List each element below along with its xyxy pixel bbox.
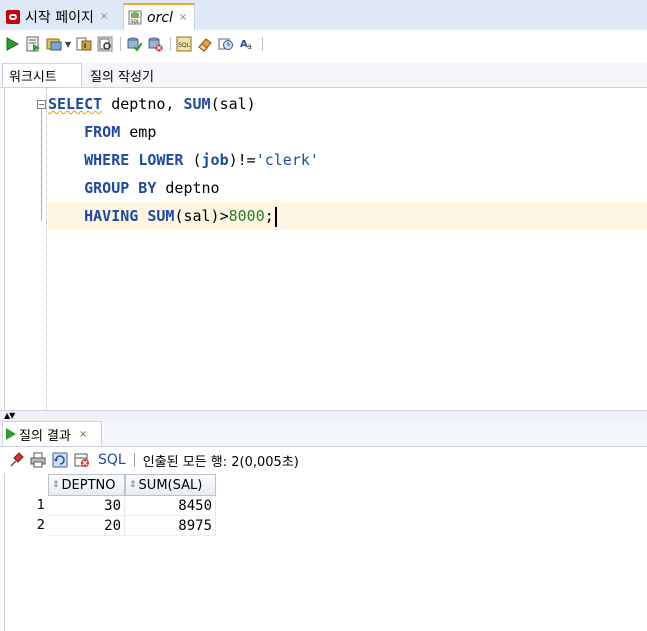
svg-text:a: a (247, 42, 252, 51)
fold-guide (41, 109, 42, 221)
sql-keyword: SELECT (48, 95, 103, 113)
sql-keyword: WHERE (84, 151, 130, 169)
sql-string: 'clerk' (255, 151, 319, 169)
chevron-down-icon[interactable]: ▼ (65, 40, 71, 49)
sql-keyword: FROM (84, 123, 121, 141)
code-line: SELECT deptno, SUM(sal) (48, 90, 647, 118)
svg-text:SQL: SQL (131, 19, 140, 24)
sql-editor[interactable]: − SELECT deptno, SUM(sal) FROM emp WHERE… (4, 88, 647, 410)
column-header-sum-sal[interactable]: ⇕ SUM(SAL) (125, 474, 216, 496)
code-line-current: HAVING SUM(sal)>8000; (48, 202, 647, 230)
cancel-query-icon[interactable] (74, 452, 90, 468)
sql-text: ; (264, 207, 274, 225)
tab-orcl[interactable]: SQL orcl × (123, 3, 195, 30)
sort-icon: ⇕ (129, 479, 137, 490)
eraser-icon[interactable] (197, 36, 213, 52)
table-cell[interactable]: 20 (48, 516, 125, 536)
sql-keyword: GROUP BY (84, 179, 157, 197)
sql-keyword: job (201, 151, 229, 169)
fold-toggle-icon[interactable]: − (37, 100, 46, 109)
monitor-sql-icon[interactable] (218, 36, 234, 52)
sql-keyword: SUM (183, 95, 211, 113)
oracle-icon (6, 9, 20, 24)
sql-text: (sal)> (174, 207, 229, 225)
run-icon (6, 428, 16, 440)
format-text-icon[interactable]: Aa (239, 36, 255, 52)
code-line: FROM emp (48, 118, 647, 146)
toolbar-separator (133, 453, 135, 467)
run-statement-icon[interactable] (4, 36, 20, 52)
text-cursor (274, 206, 277, 227)
toolbar-separator (170, 37, 172, 51)
sql-history-icon[interactable]: SQL (176, 36, 192, 52)
sql-text: (sal) (210, 95, 256, 113)
sql-tuning-advisor-icon[interactable] (97, 36, 113, 52)
close-icon[interactable]: × (79, 429, 87, 440)
close-icon[interactable]: × (179, 12, 187, 23)
sql-number: 8000 (228, 207, 265, 225)
table-cell[interactable]: 8975 (125, 516, 216, 536)
toolbar-separator (262, 37, 264, 51)
worksheet-toolbar: ▼ SQL Aa (0, 30, 647, 58)
code-line: WHERE LOWER (job)!='clerk' (48, 146, 647, 174)
tab-query-result-label: 질의 결과 (19, 428, 71, 444)
sort-icon: ⇕ (52, 479, 60, 490)
svg-text:SQL: SQL (178, 42, 191, 49)
tab-start-page[interactable]: 시작 페이지 × (2, 3, 120, 30)
sql-keyword: HAVING (84, 207, 139, 225)
results-tab-bar: 질의 결과 × (0, 421, 647, 447)
results-toolbar: SQL 인출된 모든 행: 2(0,005초) (0, 447, 647, 473)
sql-text: deptno, (102, 95, 184, 113)
pin-icon[interactable] (8, 452, 24, 468)
column-header-deptno[interactable]: ⇕ DEPTNO (48, 474, 125, 496)
sql-text: emp (120, 123, 157, 141)
close-icon[interactable]: × (100, 11, 108, 22)
print-icon[interactable] (30, 452, 46, 468)
sql-link[interactable]: SQL (98, 452, 126, 468)
tab-query-result[interactable]: 질의 결과 × (2, 421, 102, 446)
gutter-divider (46, 88, 47, 410)
row-number: 1 (36, 498, 45, 513)
explain-plan-icon[interactable] (76, 36, 92, 52)
refresh-icon[interactable] (52, 452, 68, 468)
column-header-label: DEPTNO (61, 477, 116, 493)
panel-splitter[interactable]: ▲▼ (0, 410, 647, 421)
sql-keyword: LOWER (138, 151, 184, 169)
code-line: GROUP BY deptno (48, 174, 647, 202)
row-number: 2 (36, 518, 45, 533)
worksheet-subtab-bar: 워크시트 질의 작성기 (0, 63, 647, 88)
tab-orcl-label: orcl (147, 9, 173, 26)
rollback-icon[interactable] (147, 36, 163, 52)
document-tab-bar: 시작 페이지 × SQL orcl × (0, 0, 647, 31)
table-cell[interactable]: 8450 (125, 496, 216, 516)
tab-start-page-label: 시작 페이지 (25, 9, 94, 26)
sql-keyword: SUM (147, 207, 175, 225)
sql-text: ( (183, 151, 202, 169)
toolbar-separator (120, 37, 122, 51)
column-header-label: SUM(SAL) (138, 477, 203, 493)
sql-text: deptno (156, 179, 220, 197)
run-script-icon[interactable] (25, 36, 41, 52)
fetch-status: 인출된 모든 행: 2(0,005초) (142, 454, 299, 470)
splitter-arrows-icon[interactable]: ▲▼ (4, 411, 15, 421)
tab-worksheet[interactable]: 워크시트 (2, 63, 82, 87)
sql-worksheet-icon: SQL (128, 10, 142, 25)
autotrace-icon[interactable] (46, 36, 62, 52)
table-cell[interactable]: 30 (48, 496, 125, 516)
tab-query-builder[interactable]: 질의 작성기 (84, 63, 160, 87)
sql-text: )!= (228, 151, 256, 169)
commit-icon[interactable] (126, 36, 143, 52)
